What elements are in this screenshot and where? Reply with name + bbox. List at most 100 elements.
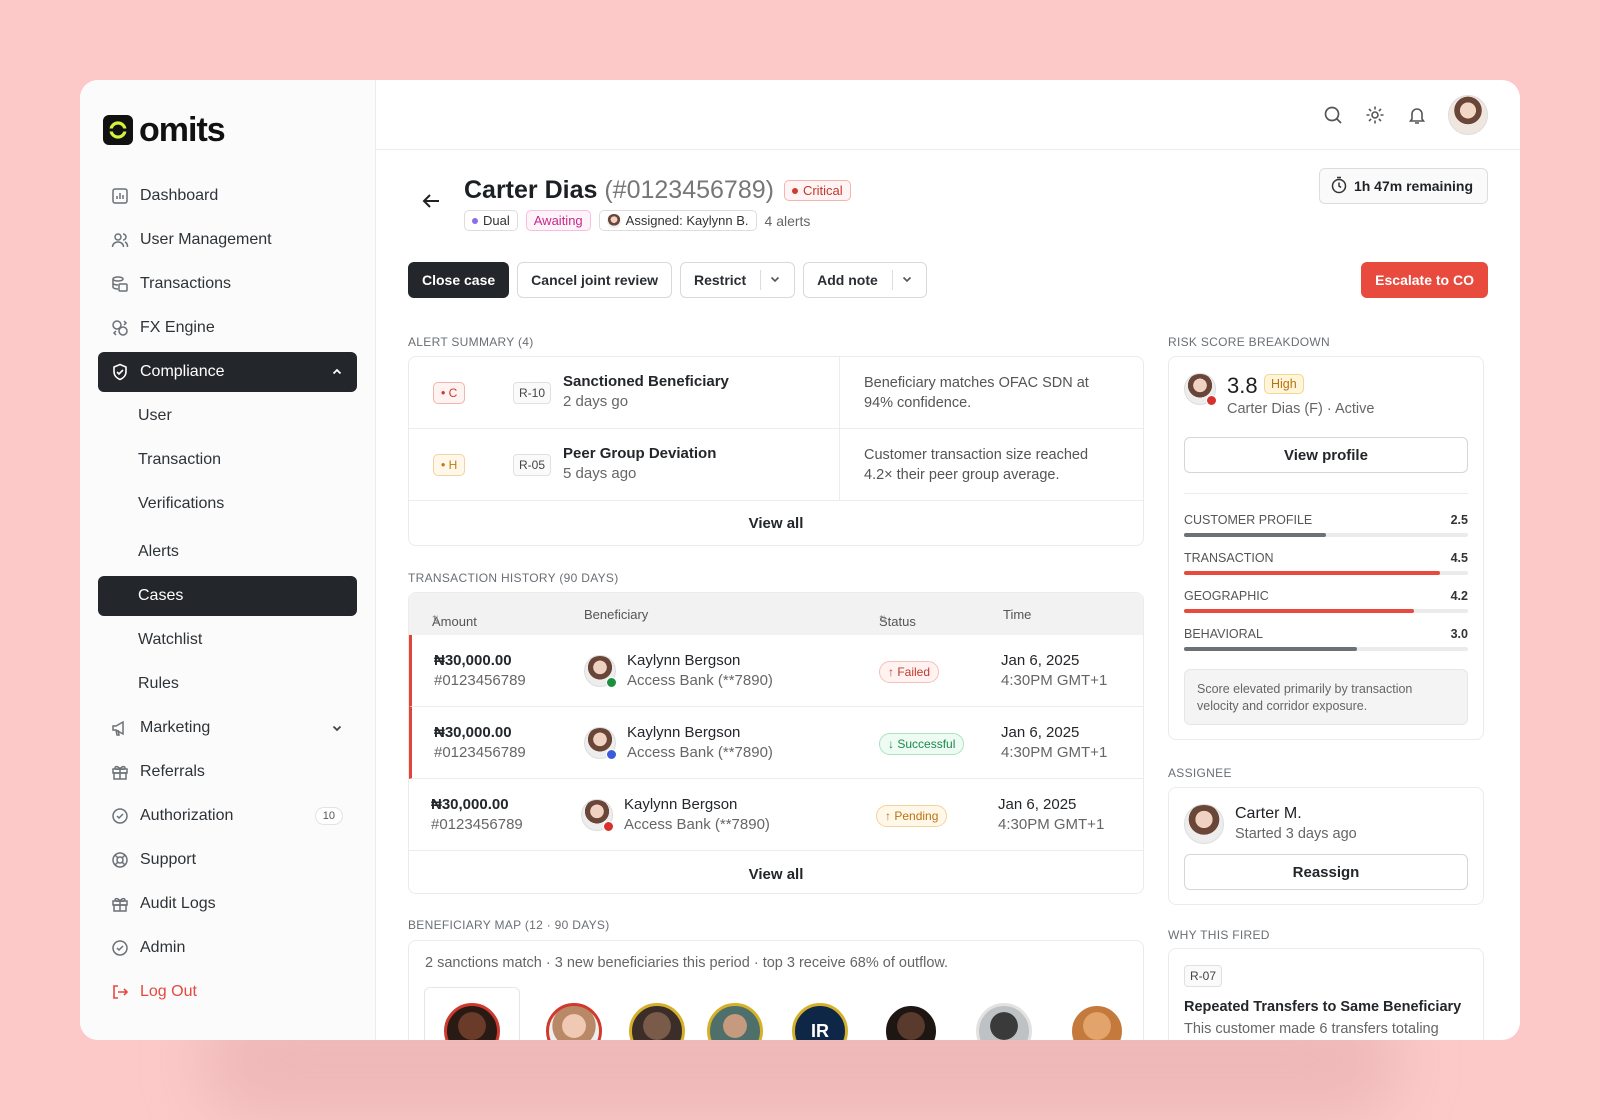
avatar <box>1184 804 1224 844</box>
sidebar-item-logout[interactable]: Log Out <box>98 972 357 1012</box>
status-badge: Awaiting <box>525 210 591 231</box>
view-profile-button[interactable]: View profile <box>1184 437 1468 473</box>
avatar <box>1184 373 1217 406</box>
column-header-beneficiary: Beneficiary <box>584 606 649 622</box>
risk-metric-bar <box>1184 647 1358 651</box>
sidebar-subitem-watchlist[interactable]: Watchlist <box>98 620 357 660</box>
beneficiary-node[interactable] <box>546 1003 602 1040</box>
beneficiary-node[interactable] <box>976 1003 1032 1040</box>
coins-icon <box>110 274 130 294</box>
table-row[interactable]: ₦30,000.00 #0123456789 Kaylynn Bergson A… <box>409 707 1143 779</box>
chevron-up-icon[interactable] <box>331 352 343 392</box>
beneficiary-node[interactable] <box>707 1003 763 1040</box>
sidebar-subitem-cases[interactable]: Cases <box>98 576 357 616</box>
alert-summary-label: ALERT SUMMARY (4) <box>408 335 534 349</box>
tx-date: Jan 6, 2025 <box>1001 724 1080 741</box>
country-flag-icon <box>606 749 617 760</box>
alert-description: Beneficiary matches OFAC SDN at 94% confi… <box>839 357 1129 429</box>
search-icon[interactable] <box>1322 104 1344 126</box>
assignee-card: Carter M. Started 3 days ago Reassign <box>1168 787 1484 905</box>
alert-title: Sanctioned Beneficiary <box>563 373 729 390</box>
sidebar-subitem-verifications[interactable]: Verifications <box>98 484 357 524</box>
sidebar-item-fx-engine[interactable]: FX Engine <box>98 308 357 348</box>
sort-icon[interactable]: ⇅ <box>879 614 887 625</box>
lifebuoy-icon <box>110 850 130 870</box>
assignee-label: ASSIGNEE <box>1168 766 1232 780</box>
sort-icon[interactable]: ⇅ <box>432 614 440 625</box>
bell-icon[interactable] <box>1406 104 1428 126</box>
beneficiary-bank: Access Bank (**7890) <box>627 744 773 761</box>
sidebar-item-support[interactable]: Support <box>98 840 357 880</box>
sidebar-item-admin[interactable]: Admin <box>98 928 357 968</box>
table-row[interactable]: ₦30,000.00 #0123456789 Kaylynn Bergson A… <box>409 635 1143 707</box>
tx-time: 4:30PM GMT+1 <box>998 816 1105 833</box>
reassign-button[interactable]: Reassign <box>1184 854 1468 890</box>
tx-id: #0123456789 <box>431 816 523 833</box>
sidebar-item-marketing[interactable]: Marketing <box>98 708 357 748</box>
why-fired-card: R-07 Repeated Transfers to Same Benefici… <box>1168 948 1484 1040</box>
avatar <box>584 727 617 760</box>
sidebar-subitem-alerts[interactable]: Alerts <box>98 532 357 572</box>
risk-metric-bar <box>1184 609 1415 613</box>
rule-tag: R-10 <box>513 381 552 404</box>
beneficiary-node[interactable] <box>1069 1003 1125 1040</box>
sidebar-item-transactions[interactable]: Transactions <box>98 264 357 304</box>
user-avatar[interactable] <box>1448 94 1488 135</box>
list-item[interactable]: ● C R-10 Sanctioned Beneficiary 2 days go… <box>409 357 1143 429</box>
sidebar-subitem-transaction[interactable]: Transaction <box>98 440 357 480</box>
alerts-view-all-link[interactable]: View all <box>409 501 1143 545</box>
tx-id: #0123456789 <box>434 744 526 761</box>
sidebar-item-authorization[interactable]: Authorization 10 <box>98 796 357 836</box>
column-header-time: Time <box>1003 606 1032 622</box>
check-circle-icon <box>110 938 130 958</box>
add-note-dropdown-button[interactable]: Add note <box>803 262 927 298</box>
beneficiary-node[interactable] <box>883 1003 939 1040</box>
sidebar-subitem-user[interactable]: User <box>98 396 357 436</box>
beneficiary-map-label: BENEFICIARY MAP (12 · 90 DAYS) <box>408 918 610 932</box>
authorization-count-badge: 10 <box>314 807 343 825</box>
sidebar-item-label: Support <box>140 851 197 868</box>
back-arrow-icon[interactable] <box>420 190 442 212</box>
why-fired-description: This customer made 6 transfers totaling <box>1184 1021 1439 1037</box>
sidebar-item-label: Compliance <box>140 363 225 380</box>
sidebar-item-user-management[interactable]: User Management <box>98 220 357 260</box>
sidebar-item-referrals[interactable]: Referrals <box>98 752 357 792</box>
avatar <box>581 799 614 832</box>
beneficiary-name: Kaylynn Bergson <box>627 652 741 669</box>
tx-id: #0123456789 <box>434 672 526 689</box>
escalate-button[interactable]: Escalate to CO <box>1361 262 1488 298</box>
case-id: (#0123456789) <box>604 176 774 204</box>
status-badge: ↓ Successful <box>879 733 965 755</box>
gift-icon <box>110 894 130 914</box>
brand-logo[interactable]: omits <box>103 112 357 148</box>
sidebar-subitem-rules[interactable]: Rules <box>98 664 357 704</box>
beneficiary-node-initials[interactable]: IR <box>792 1003 848 1040</box>
shield-check-icon <box>110 362 130 382</box>
transactions-view-all-link[interactable]: View all <box>409 851 1143 893</box>
cancel-joint-review-button[interactable]: Cancel joint review <box>517 262 672 298</box>
restrict-dropdown-button[interactable]: Restrict <box>680 262 796 298</box>
sidebar-item-label: Log Out <box>140 983 197 1000</box>
sidebar-item-compliance[interactable]: Compliance <box>98 352 357 392</box>
rule-tag: R-05 <box>513 453 552 476</box>
tx-time: 4:30PM GMT+1 <box>1001 672 1108 689</box>
case-actions: Close case Cancel joint review Restrict … <box>408 262 1488 298</box>
list-item[interactable]: ● H R-05 Peer Group Deviation 5 days ago … <box>409 429 1143 501</box>
alert-age: 5 days ago <box>563 465 637 482</box>
table-header: Amount ⇅ Beneficiary Status ⇅ Time <box>409 593 1143 635</box>
sidebar-item-label: Authorization <box>140 807 234 824</box>
chevron-down-icon[interactable] <box>331 708 343 748</box>
gear-icon[interactable] <box>1364 104 1386 126</box>
review-type-badge: Dual <box>464 210 518 231</box>
tx-date: Jan 6, 2025 <box>998 796 1077 813</box>
table-row[interactable]: ₦30,000.00 #0123456789 Kaylynn Bergson A… <box>409 779 1143 851</box>
close-case-button[interactable]: Close case <box>408 262 510 298</box>
stopwatch-icon <box>1330 176 1348 197</box>
risk-score-label: RISK SCORE BREAKDOWN <box>1168 335 1331 349</box>
chevron-down-icon <box>769 272 781 288</box>
alert-age: 2 days go <box>563 393 629 410</box>
sidebar-item-dashboard[interactable]: Dashboard <box>98 176 357 216</box>
beneficiary-node[interactable] <box>629 1003 685 1040</box>
risk-note: Score elevated primarily by transaction v… <box>1184 669 1468 725</box>
sidebar-item-audit-logs[interactable]: Audit Logs <box>98 884 357 924</box>
